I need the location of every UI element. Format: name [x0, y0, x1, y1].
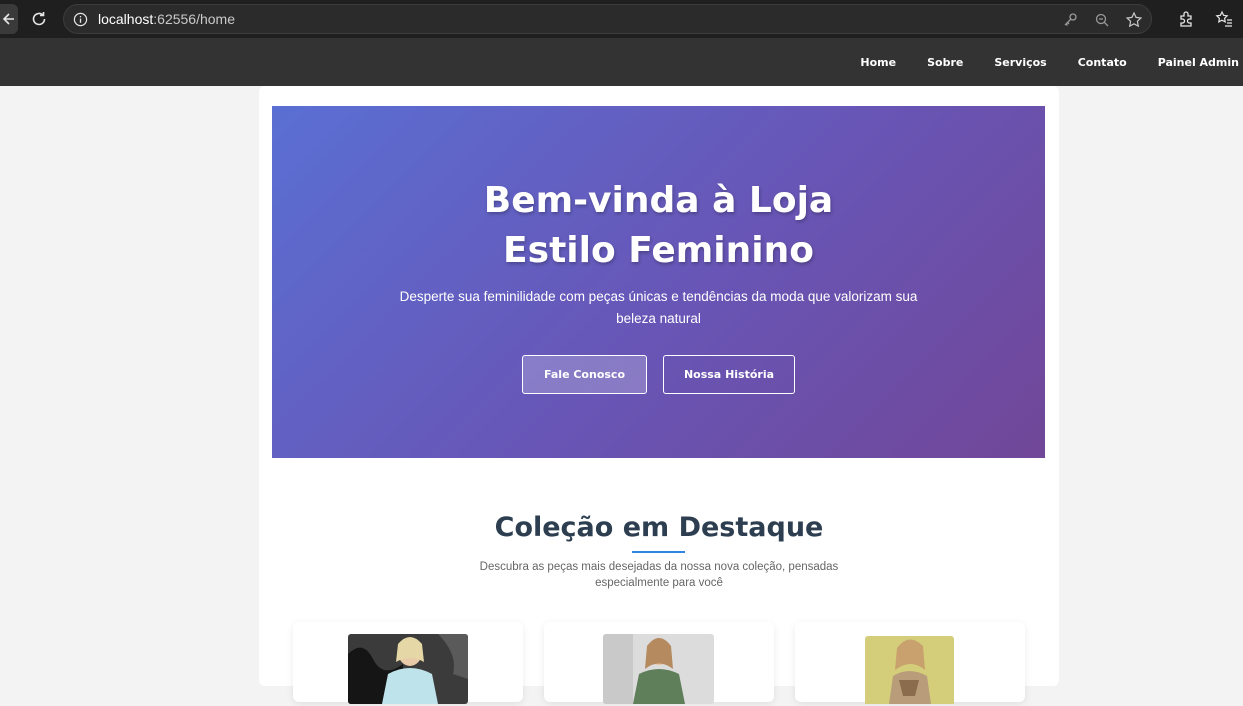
nav-list: Home Sobre Serviços Contato Painel Admin: [829, 38, 1239, 86]
url-path: :62556/home: [153, 11, 235, 27]
hero-title: Bem-vinda à Loja Estilo Feminino: [483, 180, 834, 271]
reload-button[interactable]: [28, 8, 50, 30]
product-image[interactable]: [865, 636, 954, 706]
featured-section-title: Coleção em Destaque: [494, 512, 824, 543]
bookmark-star-icon[interactable]: [1125, 11, 1143, 29]
back-arrow-icon: [2, 13, 14, 25]
site-navbar: Home Sobre Serviços Contato Painel Admin: [0, 38, 1243, 86]
product-card[interactable]: [544, 622, 774, 704]
nav-link-contato[interactable]: Contato: [1078, 56, 1127, 69]
product-card[interactable]: [795, 622, 1025, 704]
extensions-icon[interactable]: [1175, 8, 1197, 30]
url-text[interactable]: localhost:62556/home: [98, 11, 235, 27]
site-info-icon[interactable]: [72, 11, 88, 27]
zoom-icon[interactable]: [1093, 11, 1111, 29]
favorites-icon[interactable]: [1213, 8, 1235, 30]
product-image[interactable]: [603, 634, 714, 704]
key-icon[interactable]: [1061, 11, 1079, 29]
hero-subtitle: Desperte sua feminilidade com peças únic…: [399, 289, 918, 326]
nav-link-painel-admin[interactable]: Painel Admin: [1158, 56, 1239, 69]
product-card[interactable]: [293, 622, 523, 704]
hero-banner: Bem-vinda à Loja Estilo Feminino Despert…: [272, 106, 1045, 458]
contact-button[interactable]: Fale Conosco: [522, 355, 647, 394]
nav-link-home[interactable]: Home: [860, 56, 896, 69]
our-story-button[interactable]: Nossa História: [663, 355, 795, 394]
featured-section-description: Descubra as peças mais desejadas da noss…: [479, 561, 839, 589]
nav-link-servicos[interactable]: Serviços: [994, 56, 1046, 69]
address-bar[interactable]: localhost:62556/home: [63, 4, 1152, 34]
hero-button-group: Fale Conosco Nossa História: [272, 355, 1045, 394]
nav-link-sobre[interactable]: Sobre: [927, 56, 963, 69]
reload-icon: [32, 12, 46, 26]
product-image[interactable]: [348, 634, 468, 704]
url-host: localhost: [98, 11, 154, 27]
back-button[interactable]: [0, 4, 18, 34]
browser-toolbar: localhost:62556/home: [0, 0, 1243, 38]
title-underline: [632, 551, 685, 553]
